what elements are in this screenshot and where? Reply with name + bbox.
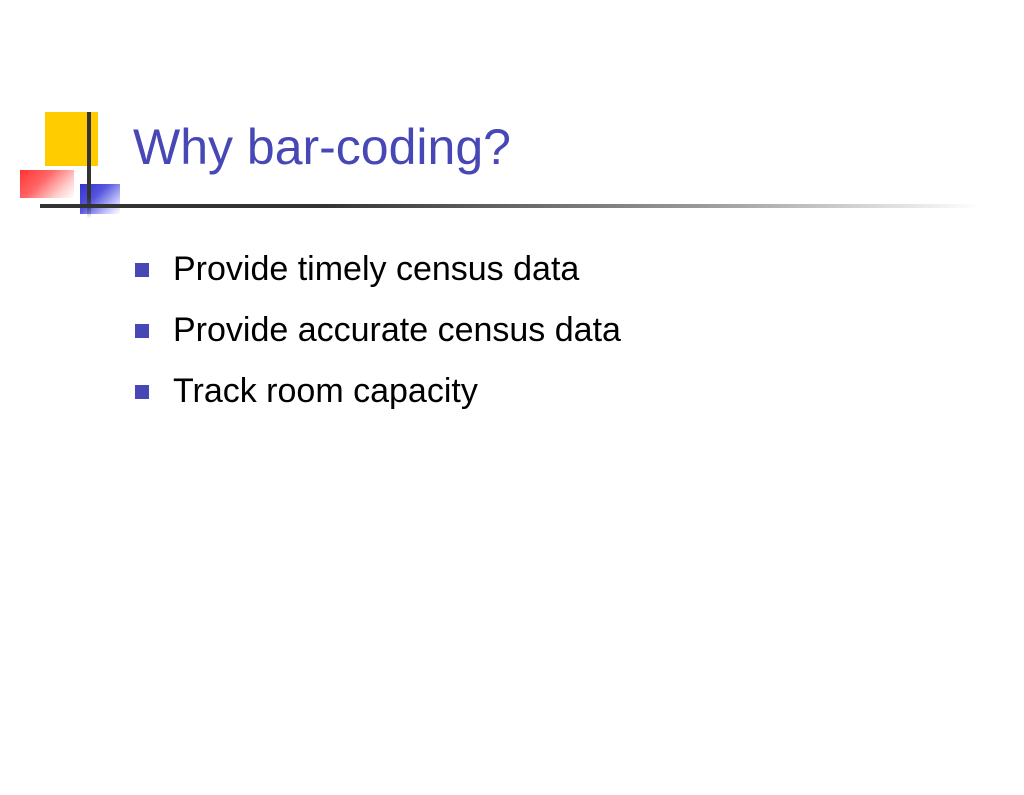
slide-title: Why bar-coding? xyxy=(133,118,511,176)
bullet-list: Provide timely census data Provide accur… xyxy=(135,250,621,433)
bullet-text: Provide accurate census data xyxy=(173,311,621,350)
bullet-text: Track room capacity xyxy=(173,372,478,411)
list-item: Track room capacity xyxy=(135,372,621,411)
bullet-square-icon xyxy=(135,324,149,338)
blue-square xyxy=(80,184,120,214)
bullet-square-icon xyxy=(135,263,149,277)
bullet-square-icon xyxy=(135,385,149,399)
list-item: Provide accurate census data xyxy=(135,311,621,350)
vertical-divider xyxy=(87,112,91,218)
red-square xyxy=(20,170,74,198)
slide-container: Why bar-coding? Provide timely census da… xyxy=(0,0,1024,795)
horizontal-divider xyxy=(40,204,980,208)
bullet-text: Provide timely census data xyxy=(173,250,579,289)
list-item: Provide timely census data xyxy=(135,250,621,289)
